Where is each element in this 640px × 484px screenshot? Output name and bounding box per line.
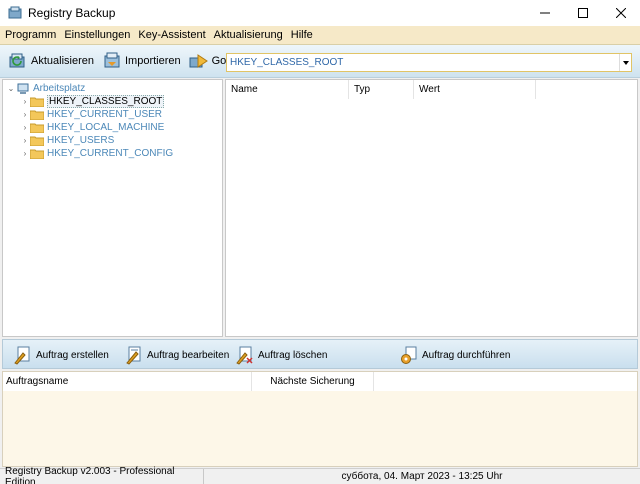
tree-root[interactable]: ⌄ Arbeitsplatz <box>7 82 85 95</box>
edit-job-icon <box>126 346 141 365</box>
tree-root-label: Arbeitsplatz <box>33 83 86 94</box>
tree-item-label: HKEY_CURRENT_USER <box>47 109 163 120</box>
menu-programm[interactable]: Programm <box>4 29 57 41</box>
folder-icon <box>30 97 44 107</box>
tree-item-hkey-local-machine[interactable]: › HKEY_LOCAL_MACHINE <box>21 121 164 134</box>
jobs-list-header: Auftragsname Nächste Sicherung <box>3 372 637 391</box>
computer-icon <box>17 83 29 94</box>
create-job-label: Auftrag erstellen <box>36 349 109 361</box>
folder-icon <box>30 136 44 146</box>
registry-tree[interactable]: ⌄ Arbeitsplatz › HKEY_CLASSES_ROOT › HKE… <box>2 79 223 337</box>
expander-icon[interactable]: › <box>21 123 29 132</box>
expander-icon[interactable]: › <box>21 149 29 158</box>
expander-icon[interactable]: › <box>21 110 29 119</box>
close-icon <box>616 8 626 18</box>
menu-bar: Programm Einstellungen Key-Assistent Akt… <box>0 26 640 44</box>
registry-path-value: HKEY_CLASSES_ROOT <box>230 57 344 68</box>
delete-job-label: Auftrag löschen <box>258 349 328 361</box>
tree-item-hkey-current-config[interactable]: › HKEY_CURRENT_CONFIG <box>21 147 173 160</box>
menu-aktualisierung[interactable]: Aktualisierung <box>213 29 284 41</box>
folder-icon <box>30 149 44 159</box>
tree-item-label: HKEY_CLASSES_ROOT <box>47 95 165 108</box>
chevron-down-icon <box>622 60 629 65</box>
import-icon <box>104 52 120 68</box>
menu-einstellungen[interactable]: Einstellungen <box>63 29 131 41</box>
refresh-button[interactable]: Aktualisieren <box>8 49 94 73</box>
status-bar: Registry Backup v2.003 - Professional Ed… <box>0 466 640 484</box>
menu-hilfe[interactable]: Hilfe <box>290 29 314 41</box>
job-toolbar: Auftrag erstellen Auftrag bearbeiten Auf… <box>2 339 638 369</box>
close-button[interactable] <box>602 0 640 26</box>
tree-item-label: HKEY_CURRENT_CONFIG <box>47 148 174 159</box>
tree-item-hkey-users[interactable]: › HKEY_USERS <box>21 134 114 147</box>
minimize-button[interactable] <box>526 0 564 26</box>
maximize-button[interactable] <box>564 0 602 26</box>
jobs-list[interactable]: Auftragsname Nächste Sicherung <box>2 371 638 467</box>
expander-icon[interactable]: ⌄ <box>7 84 15 93</box>
import-button[interactable]: Importieren <box>102 49 181 73</box>
app-icon <box>8 6 22 19</box>
column-label: Auftragsname <box>6 376 69 387</box>
tree-item-hkey-current-user[interactable]: › HKEY_CURRENT_USER <box>21 108 162 121</box>
refresh-label: Aktualisieren <box>31 55 94 67</box>
column-label: Typ <box>354 84 371 95</box>
title-bar: Registry Backup <box>0 0 640 26</box>
folder-icon <box>30 123 44 133</box>
values-list[interactable]: Name Typ Wert <box>225 79 638 337</box>
column-label: Wert <box>419 84 440 95</box>
maximize-icon <box>578 8 588 18</box>
column-header-wert[interactable]: Wert <box>414 80 536 99</box>
run-job-icon <box>401 346 417 364</box>
tree-item-label: HKEY_LOCAL_MACHINE <box>47 122 165 133</box>
run-job-label: Auftrag durchführen <box>422 349 511 361</box>
expander-icon[interactable]: › <box>21 97 29 106</box>
dropdown-arrow-button[interactable] <box>619 54 631 71</box>
registry-path-combo[interactable]: HKEY_CLASSES_ROOT <box>226 53 632 72</box>
edit-job-button[interactable]: Auftrag bearbeiten <box>124 344 229 366</box>
edit-job-label: Auftrag bearbeiten <box>147 349 230 361</box>
tree-item-hkey-classes-root[interactable]: › HKEY_CLASSES_ROOT <box>21 95 165 108</box>
column-header-auftragsname[interactable]: Auftragsname <box>3 372 252 391</box>
tree-item-label: HKEY_USERS <box>47 135 115 146</box>
minimize-icon <box>540 12 550 14</box>
status-datetime: суббота, 04. Март 2023 - 13:25 Uhr <box>341 471 503 482</box>
expander-icon[interactable]: › <box>21 136 29 145</box>
values-list-header: Name Typ Wert <box>226 80 637 99</box>
folder-icon <box>30 110 44 120</box>
column-header-typ[interactable]: Typ <box>349 80 414 99</box>
refresh-icon <box>9 53 25 68</box>
column-header-name[interactable]: Name <box>226 80 349 99</box>
menu-key-assistent[interactable]: Key-Assistent <box>137 29 206 41</box>
import-label: Importieren <box>124 55 181 67</box>
create-job-icon <box>14 346 30 365</box>
delete-job-icon <box>236 346 253 365</box>
create-job-button[interactable]: Auftrag erstellen <box>13 344 109 366</box>
goto-icon <box>189 54 208 68</box>
run-job-button[interactable]: Auftrag durchführen <box>399 344 510 366</box>
column-label: Name <box>231 84 258 95</box>
column-label: Nächste Sicherung <box>270 376 355 387</box>
delete-job-button[interactable]: Auftrag löschen <box>235 344 328 366</box>
status-version: Registry Backup v2.003 - Professional Ed… <box>0 466 204 484</box>
column-header-naechste-sicherung[interactable]: Nächste Sicherung <box>252 372 374 391</box>
main-toolbar: Aktualisieren Importieren GoTo HKEY_CLAS… <box>0 44 640 78</box>
window-title: Registry Backup <box>28 6 116 20</box>
